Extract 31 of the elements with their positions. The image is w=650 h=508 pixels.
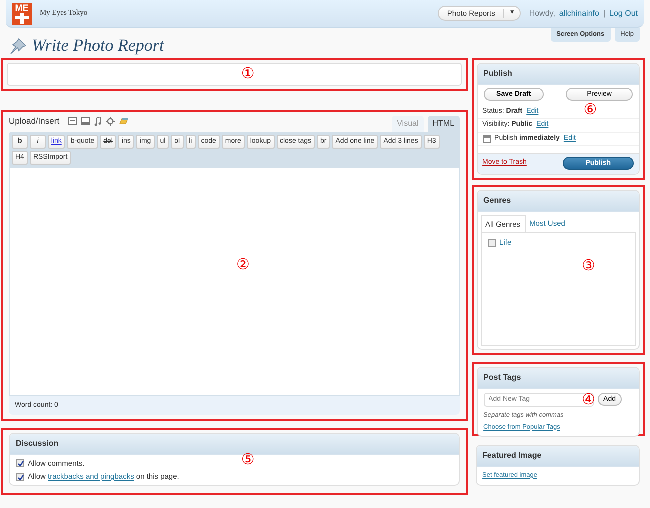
checkbox[interactable] <box>16 459 24 468</box>
cross-icon <box>12 12 32 24</box>
video-icon <box>80 117 90 126</box>
page-title: Write Photo Report <box>32 36 164 56</box>
upload-insert-label: Upload/Insert <box>9 114 60 128</box>
editor-mode-tab[interactable]: HTML <box>428 116 460 132</box>
annotation-number: ⑥ <box>584 102 598 118</box>
site-logo: ME <box>12 2 32 24</box>
editor-textarea[interactable]: ② <box>9 168 460 396</box>
panel-heading: Genres <box>478 190 639 212</box>
annotation-number: ③ <box>582 258 596 274</box>
checkbox[interactable] <box>16 472 24 481</box>
gear-icon <box>106 116 115 126</box>
music-icon <box>94 116 102 126</box>
logout-link[interactable]: Log Out <box>610 8 638 20</box>
separator-text: | <box>603 8 606 20</box>
panel-heading: Publish <box>478 64 639 85</box>
media-icon <box>118 117 129 126</box>
pushpin-icon <box>8 37 28 56</box>
greeting-text: Howdy, <box>529 8 556 20</box>
calendar-icon <box>482 135 491 143</box>
panel-heading: Post Tags <box>478 368 639 389</box>
title-input[interactable] <box>7 62 462 86</box>
annotation-number: ④ <box>582 392 596 408</box>
annotation-number: ① <box>241 66 255 82</box>
panel-heading: Featured Image <box>476 446 639 467</box>
annotation-number: ⑤ <box>241 452 255 468</box>
image-icon <box>68 117 77 126</box>
annotation-number: ② <box>236 258 250 273</box>
user-link[interactable]: allchinainfo <box>559 8 600 20</box>
checkbox[interactable] <box>488 238 496 247</box>
